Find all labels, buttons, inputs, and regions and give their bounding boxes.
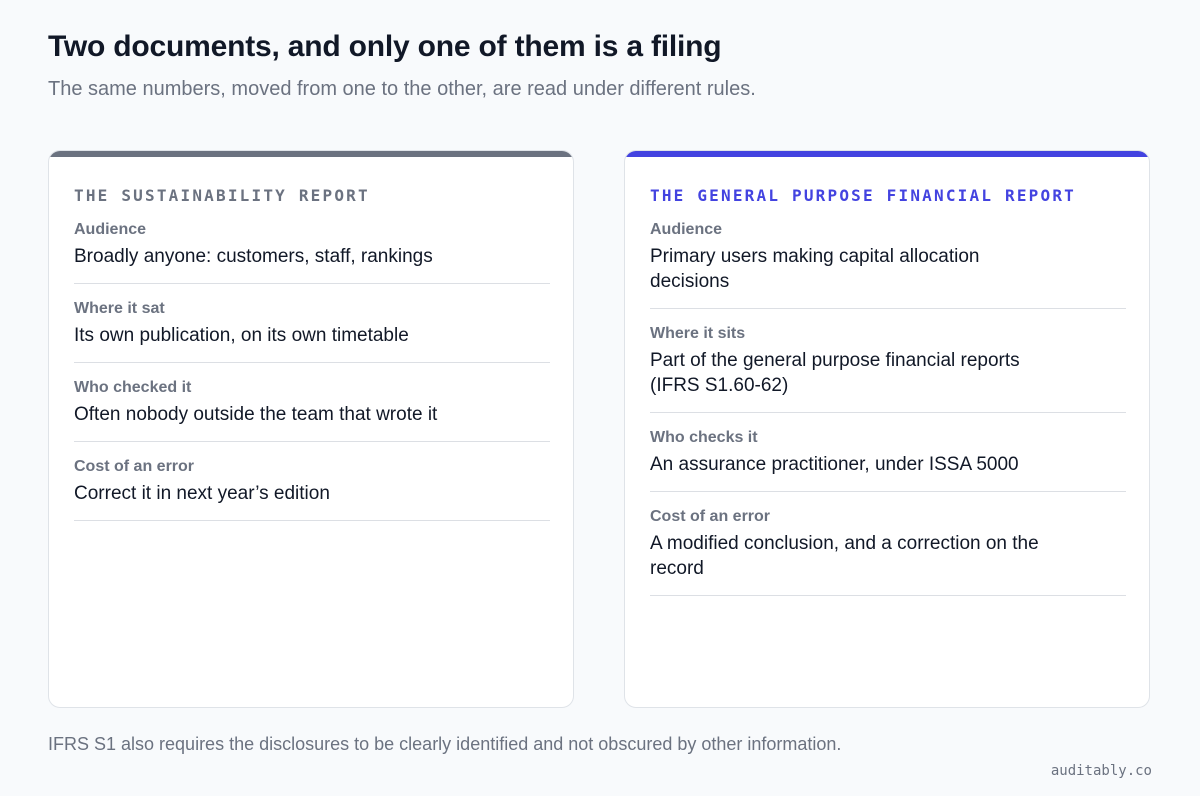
page-title: Two documents, and only one of them is a… [48,30,722,63]
footnote: IFRS S1 also requires the disclosures to… [48,734,842,754]
card-heading: THE GENERAL PURPOSE FINANCIAL REPORT [650,186,1076,205]
card-heading: THE SUSTAINABILITY REPORT [74,186,370,205]
card-general-purpose-financial-report: THE GENERAL PURPOSE FINANCIAL REPORT Aud… [624,150,1150,708]
row-value: Often nobody outside the team that wrote… [74,404,438,425]
card-accent-bar [49,151,573,157]
row-label: Who checked it [74,379,192,396]
page-subtitle: The same numbers, moved from one to the … [48,78,756,100]
card-sustainability-report: THE SUSTAINABILITY REPORT Audience Broad… [48,150,574,708]
row-value: Part of the general purpose financial re… [650,350,1020,396]
row-label: Where it sits [650,325,746,342]
row-audience: Audience Primary users making capital al… [650,220,1126,309]
row-cost-of-an-error: Cost of an error A modified conclusion, … [650,507,1126,596]
row-value: An assurance practitioner, under ISSA 50… [650,454,1019,475]
brand-link[interactable]: auditably.co [1051,763,1152,779]
row-audience: Audience Broadly anyone: customers, staf… [74,220,550,284]
row-value: Its own publication, on its own timetabl… [74,325,409,346]
row-value: Broadly anyone: customers, staff, rankin… [74,246,433,267]
row-label: Who checks it [650,429,758,446]
row-who-checked-it: Who checked it Often nobody outside the … [74,378,550,442]
row-value: Primary users making capital allocation … [650,246,980,292]
row-label: Cost of an error [74,458,195,475]
row-where-it-sat: Where it sat Its own publication, on its… [74,299,550,363]
row-cost-of-an-error: Cost of an error Correct it in next year… [74,457,550,521]
card-accent-bar [625,151,1149,157]
row-value: A modified conclusion, and a correction … [650,533,1039,579]
row-value: Correct it in next year’s edition [74,483,330,504]
row-label: Cost of an error [650,508,771,525]
row-where-it-sits: Where it sits Part of the general purpos… [650,324,1126,413]
row-label: Where it sat [74,300,165,317]
row-label: Audience [650,221,723,238]
row-who-checks-it: Who checks it An assurance practitioner,… [650,428,1126,492]
row-label: Audience [74,221,147,238]
